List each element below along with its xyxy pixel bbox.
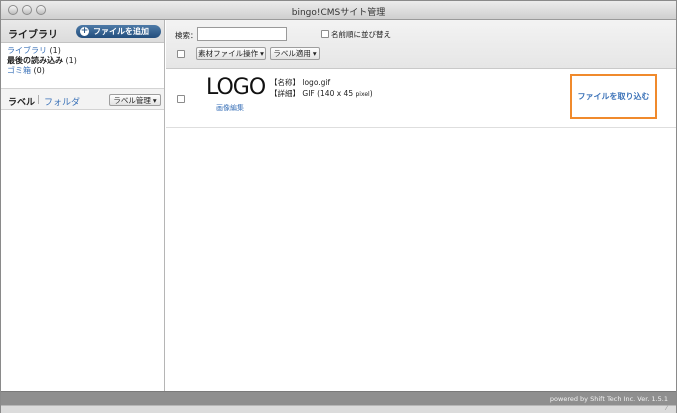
label-folder-tabs: ラベル | フォルダ ラベル管理 ▾ — [1, 88, 164, 110]
sort-by-name-checkbox[interactable] — [321, 30, 329, 38]
label-manage-button[interactable]: ラベル管理 ▾ — [109, 94, 161, 106]
sort-by-name-label: 名前順に並び替え — [331, 30, 391, 39]
sidebar-item-library[interactable]: ライブラリ (1) — [7, 46, 157, 56]
add-file-button[interactable]: + ファイルを追加 — [76, 25, 161, 38]
file-name: 【名称】 logo.gif — [270, 78, 331, 87]
search-input[interactable] — [197, 27, 287, 41]
file-thumbnail[interactable]: LOGO — [206, 77, 266, 99]
sidebar-item-count: (1) — [65, 56, 77, 65]
file-detail: 【詳細】 GIF (140 x 45 pixel) — [270, 88, 373, 99]
toolbar: 検索： 名前順に並び替え 素材ファイル操作 ▾ ラベル適用 ▾ — [166, 20, 676, 69]
footer: powered by Shift Tech Inc. Ver. 1.5.1 — [1, 391, 676, 405]
sidebar-item-count: (0) — [33, 66, 45, 75]
resize-grip-icon[interactable]: ⁄ — [666, 406, 672, 412]
plus-icon: + — [80, 26, 89, 36]
file-detail-text: 【詳細】 GIF (140 x 45 — [270, 89, 356, 98]
sidebar-item-label: ゴミ箱 — [7, 66, 31, 75]
window-title: bingo!CMSサイト管理 — [291, 8, 386, 18]
file-select-checkbox[interactable] — [177, 95, 185, 103]
file-detail-unit: pixel — [355, 91, 370, 98]
tab-separator: | — [37, 95, 41, 105]
select-all-checkbox[interactable] — [177, 50, 185, 58]
add-file-label: ファイルを追加 — [93, 27, 149, 36]
search-label: 検索： — [175, 31, 198, 40]
sidebar-title: ライブラリ — [8, 30, 58, 41]
sidebar-item-label: ライブラリ — [7, 46, 47, 55]
label-manage-label: ラベル管理 — [113, 95, 151, 105]
status-strip: ⁄ — [1, 405, 676, 413]
label-apply-label: ラベル適用 — [273, 49, 311, 58]
tab-label[interactable]: ラベル — [8, 95, 35, 108]
chevron-down-icon: ▾ — [260, 49, 264, 58]
title-bar: bingo!CMSサイト管理 — [1, 1, 676, 20]
file-operations-button[interactable]: 素材ファイル操作 ▾ — [196, 47, 266, 60]
sidebar: ライブラリ + ファイルを追加 ライブラリ (1) 最後の読み込み (1) ゴミ… — [1, 20, 165, 391]
file-detail-suffix: ) — [369, 89, 373, 98]
sidebar-header: ライブラリ + ファイルを追加 — [1, 20, 164, 43]
main-panel: 検索： 名前順に並び替え 素材ファイル操作 ▾ ラベル適用 ▾ LOGO 画像編… — [166, 20, 676, 391]
sidebar-item-last-import[interactable]: 最後の読み込み (1) — [7, 56, 157, 66]
app-window: bingo!CMSサイト管理 ライブラリ + ファイルを追加 ライブラリ (1)… — [0, 0, 677, 413]
import-file-label: ファイルを取り込む — [577, 92, 650, 101]
file-operations-label: 素材ファイル操作 — [198, 49, 259, 58]
chevron-down-icon: ▾ — [152, 95, 157, 105]
label-apply-button[interactable]: ラベル適用 ▾ — [270, 47, 320, 60]
library-list: ライブラリ (1) 最後の読み込み (1) ゴミ箱 (0) — [7, 46, 157, 76]
file-row: LOGO 画像編集 【名称】 logo.gif 【詳細】 GIF (140 x … — [166, 70, 676, 128]
sidebar-item-trash[interactable]: ゴミ箱 (0) — [7, 66, 157, 76]
sidebar-item-count: (1) — [49, 46, 61, 55]
footer-credits: powered by Shift Tech Inc. Ver. 1.5.1 — [549, 395, 668, 403]
chevron-down-icon: ▾ — [312, 49, 317, 58]
import-file-button[interactable]: ファイルを取り込む — [570, 74, 657, 119]
sidebar-item-label: 最後の読み込み — [7, 56, 63, 65]
tab-folder[interactable]: フォルダ — [44, 95, 80, 108]
image-edit-link[interactable]: 画像編集 — [216, 103, 244, 113]
